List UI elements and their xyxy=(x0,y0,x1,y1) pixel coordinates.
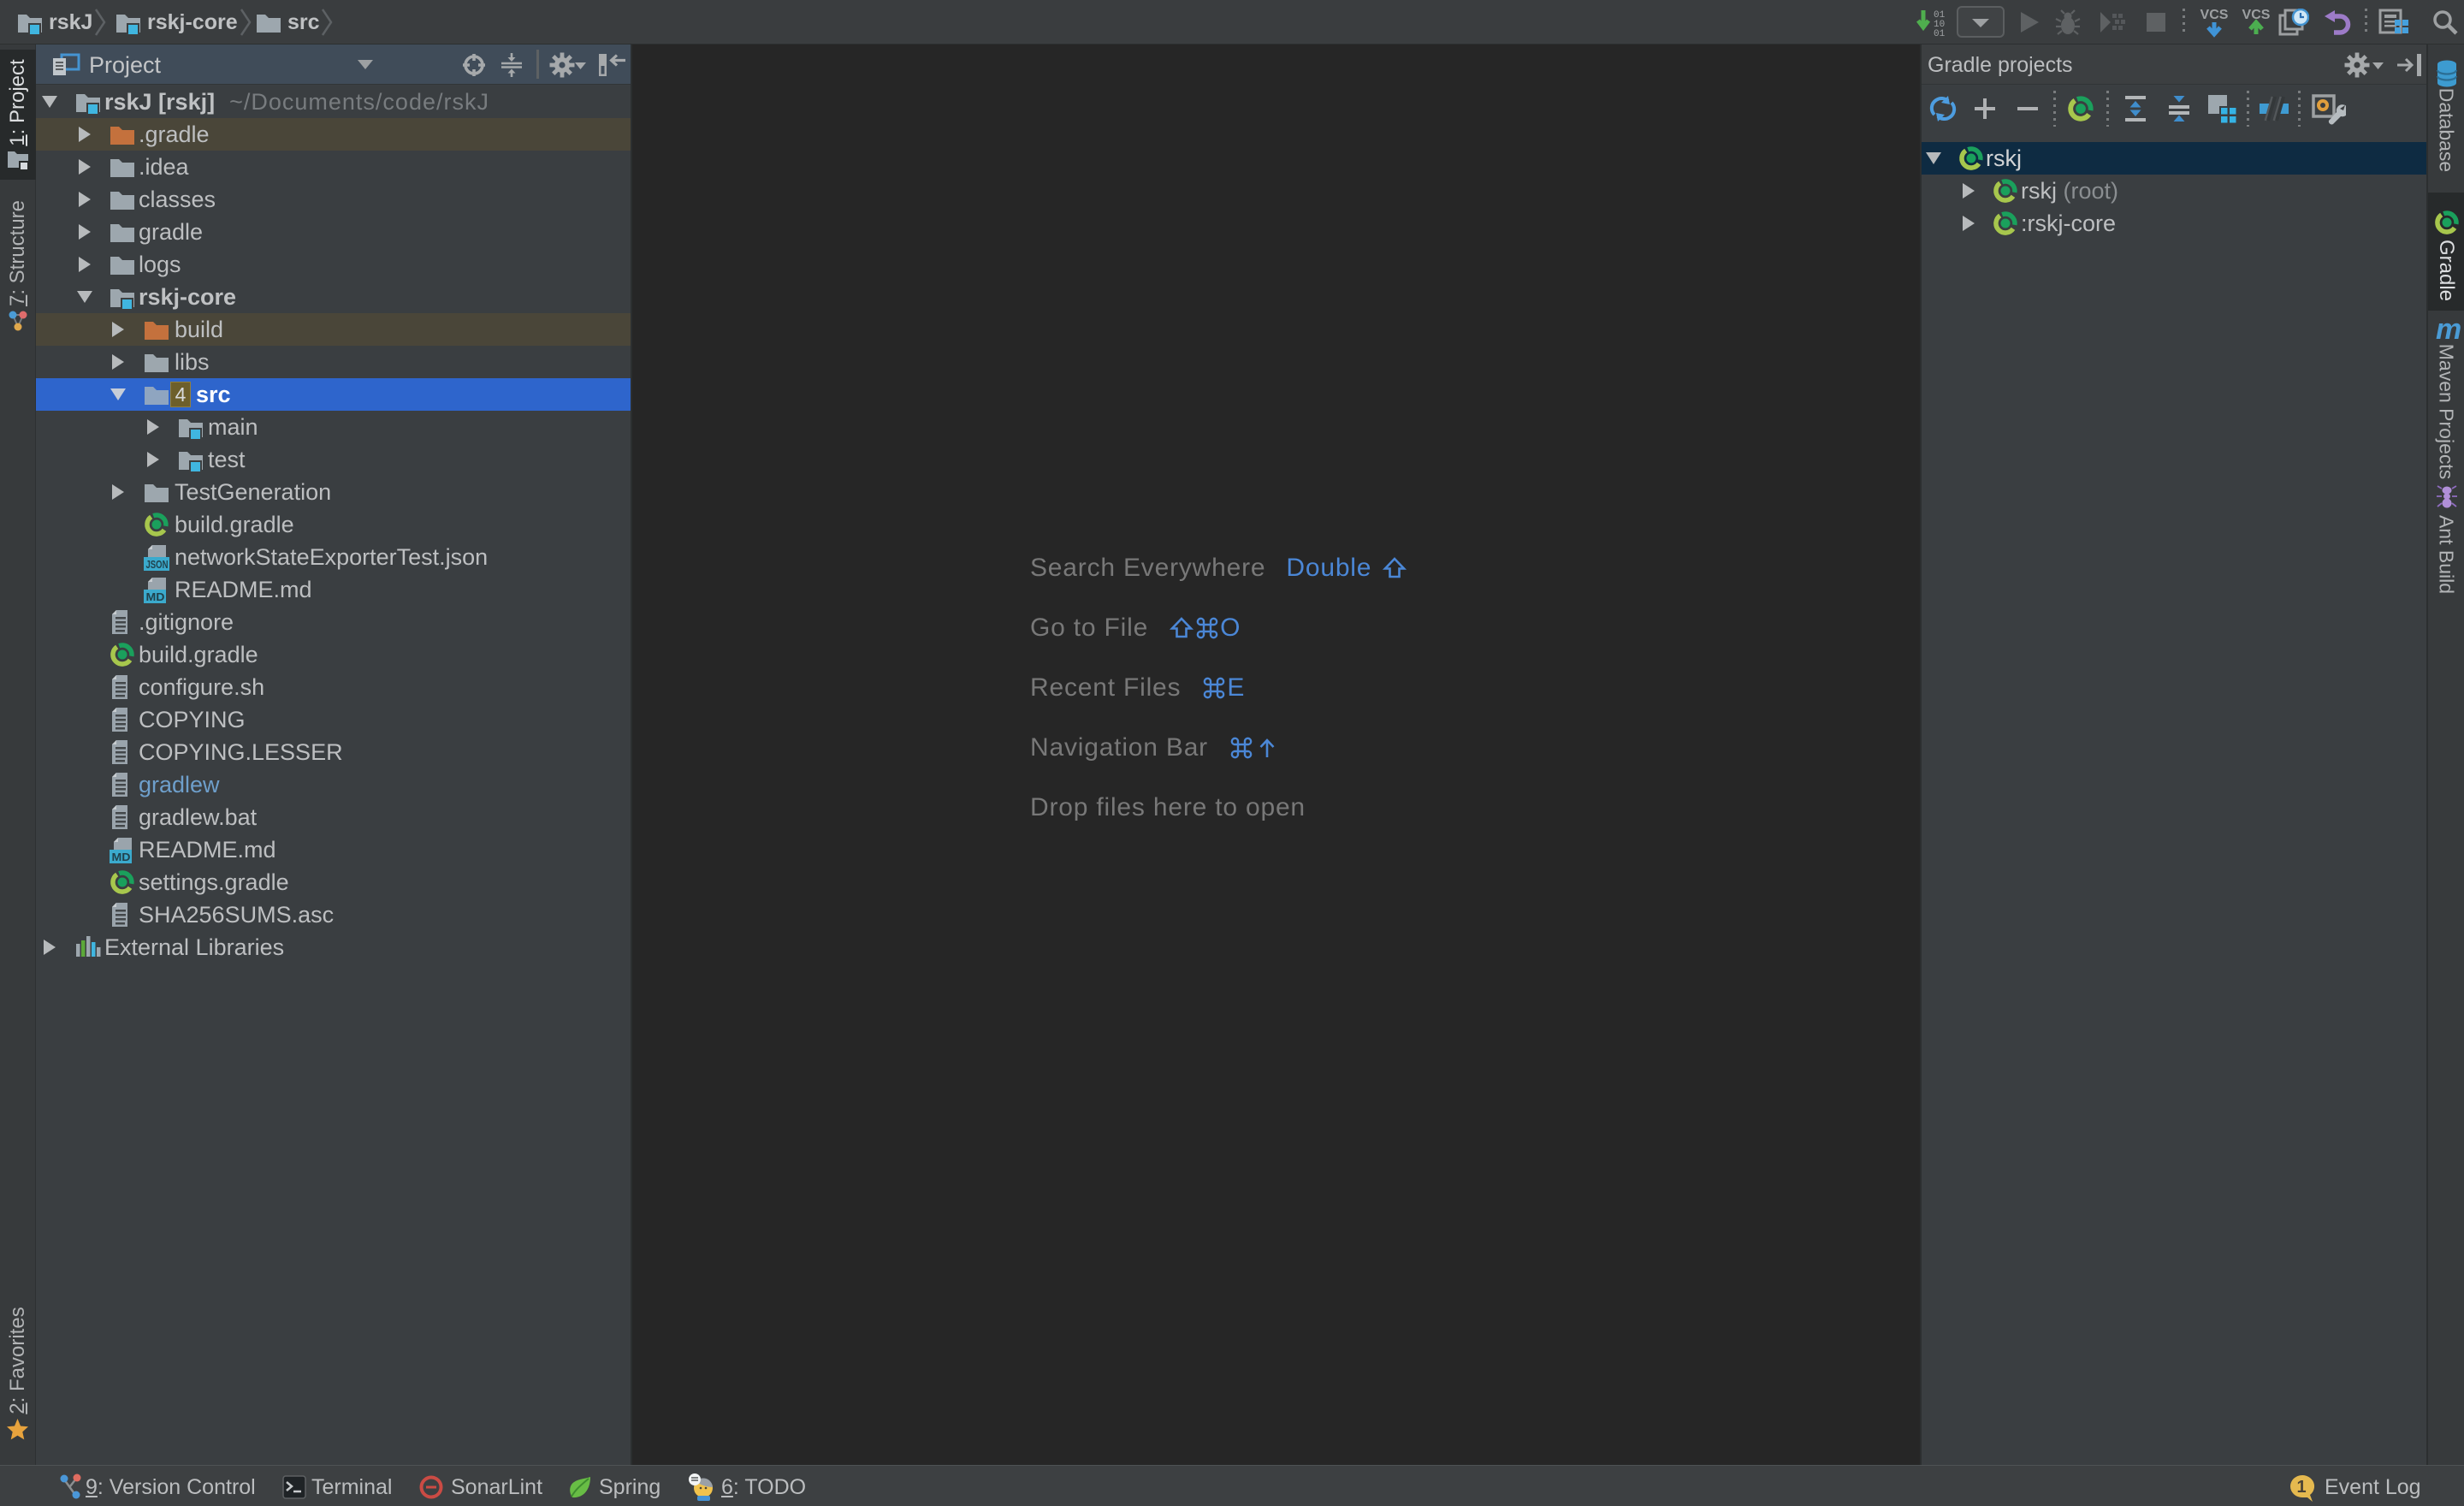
svg-text:1: 1 xyxy=(2296,1478,2306,1497)
svg-text:MD: MD xyxy=(112,851,131,863)
svg-text:MD: MD xyxy=(146,591,165,603)
svg-text:JSON: JSON xyxy=(146,559,169,571)
svg-text:01: 01 xyxy=(1934,29,1946,39)
svg-text:VCS: VCS xyxy=(2200,8,2229,22)
